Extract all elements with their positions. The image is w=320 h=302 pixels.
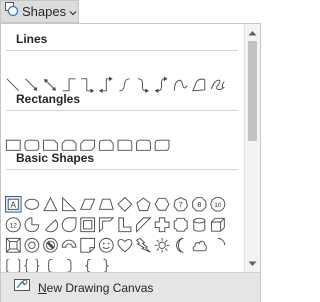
- oval-icon[interactable]: [24, 196, 41, 213]
- chord-icon[interactable]: [42, 217, 59, 234]
- sun-icon[interactable]: [154, 237, 171, 254]
- elbow-double-arrow-icon[interactable]: [98, 76, 115, 95]
- pie-icon[interactable]: [24, 217, 41, 234]
- label-rest: ew Drawing Canvas: [46, 280, 154, 295]
- dodecagon-icon[interactable]: 12: [5, 217, 22, 234]
- frame-icon[interactable]: [79, 217, 96, 234]
- plaque-icon[interactable]: [172, 217, 189, 234]
- curve-icon[interactable]: [172, 77, 189, 94]
- line-double-arrow-icon[interactable]: [42, 77, 59, 94]
- line-arrow-icon[interactable]: [24, 77, 41, 94]
- svg-text:7: 7: [179, 200, 183, 209]
- shapes-button[interactable]: Shapes: [0, 0, 79, 23]
- heptagon-icon[interactable]: 7: [172, 196, 189, 213]
- curved-connector-icon[interactable]: [117, 77, 134, 94]
- mnemonic-letter: N: [38, 280, 47, 295]
- svg-text:A: A: [11, 201, 17, 210]
- teardrop-icon[interactable]: [61, 217, 78, 234]
- vertical-scrollbar[interactable]: [244, 24, 260, 272]
- cross-icon[interactable]: [154, 217, 171, 234]
- double-bracket-icon[interactable]: [5, 258, 22, 273]
- trapezoid-icon[interactable]: [98, 196, 115, 213]
- round-diagonal-icon[interactable]: [154, 137, 171, 154]
- pentagon-icon[interactable]: [135, 196, 152, 213]
- snip-same-side-icon[interactable]: [61, 137, 78, 154]
- shapes-button-label: Shapes: [22, 4, 67, 19]
- svg-text:8: 8: [197, 200, 201, 209]
- round-same-side-icon[interactable]: [135, 137, 152, 154]
- no-symbol-icon[interactable]: [42, 237, 59, 254]
- right-brace-icon[interactable]: [98, 258, 115, 273]
- svg-text:10: 10: [214, 202, 222, 209]
- shapes-gallery-panel: Lines Rectangles Basic Shapes A 7 8 10 12 Ne…: [0, 23, 261, 302]
- shapes-gallery: Lines Rectangles Basic Shapes A 7 8 10 12: [1, 24, 244, 272]
- octagon-icon[interactable]: 8: [191, 196, 208, 213]
- scroll-up-arrow-icon[interactable]: [245, 25, 260, 40]
- rounded-rectangle-icon[interactable]: [24, 137, 41, 154]
- left-bracket-icon[interactable]: [42, 258, 59, 273]
- cloud-icon[interactable]: [191, 237, 208, 254]
- new-drawing-canvas-button[interactable]: New Drawing Canvas: [1, 272, 260, 302]
- left-brace-icon[interactable]: [79, 258, 96, 273]
- heart-icon[interactable]: [117, 237, 134, 254]
- drawing-canvas-icon: [13, 276, 33, 299]
- block-arc-icon[interactable]: [61, 237, 78, 254]
- new-drawing-canvas-label: New Drawing Canvas: [38, 281, 153, 295]
- parallelogram-icon[interactable]: [79, 196, 96, 213]
- scribble-icon[interactable]: [210, 77, 227, 94]
- shapes-icon: [4, 1, 19, 22]
- can-icon[interactable]: [191, 217, 208, 234]
- bevel-icon[interactable]: [5, 237, 22, 254]
- donut-icon[interactable]: [24, 237, 41, 254]
- curved-double-arrow-icon[interactable]: [154, 76, 171, 95]
- snip-round-corner-icon[interactable]: [98, 137, 115, 154]
- scrollbar-thumb[interactable]: [248, 41, 257, 141]
- snip-diagonal-icon[interactable]: [79, 137, 96, 154]
- folded-corner-icon[interactable]: [79, 237, 96, 254]
- right-bracket-icon[interactable]: [61, 258, 78, 273]
- smiley-face-icon[interactable]: [98, 237, 115, 254]
- decagon-icon[interactable]: 10: [210, 196, 227, 213]
- line-icon[interactable]: [5, 77, 22, 94]
- diamond-icon[interactable]: [117, 196, 134, 213]
- lightning-bolt-icon[interactable]: [135, 237, 152, 254]
- round-single-corner-icon[interactable]: [117, 137, 134, 154]
- arc-icon[interactable]: [210, 237, 227, 254]
- l-shape-icon[interactable]: [117, 217, 134, 234]
- moon-icon[interactable]: [172, 237, 189, 254]
- diagonal-stripe-icon[interactable]: [135, 217, 152, 234]
- elbow-arrow-icon[interactable]: [79, 77, 96, 94]
- cube-icon[interactable]: [210, 217, 227, 234]
- text-box-icon[interactable]: A: [5, 196, 22, 213]
- right-triangle-icon[interactable]: [61, 196, 78, 213]
- freeform-icon[interactable]: [191, 77, 208, 94]
- isosceles-triangle-icon[interactable]: [42, 196, 59, 213]
- elbow-connector-icon[interactable]: [61, 77, 78, 94]
- half-frame-icon[interactable]: [98, 217, 115, 234]
- hexagon-icon[interactable]: [154, 196, 171, 213]
- rectangle-icon[interactable]: [5, 137, 22, 154]
- snip-single-corner-icon[interactable]: [42, 137, 59, 154]
- double-brace-icon[interactable]: [24, 258, 41, 273]
- chevron-down-icon: [69, 3, 77, 21]
- scroll-down-arrow-icon[interactable]: [245, 256, 260, 271]
- shapes-grid: A 7 8 10 12: [5, 76, 227, 273]
- svg-text:12: 12: [10, 222, 18, 229]
- curved-arrow-icon[interactable]: [135, 77, 152, 94]
